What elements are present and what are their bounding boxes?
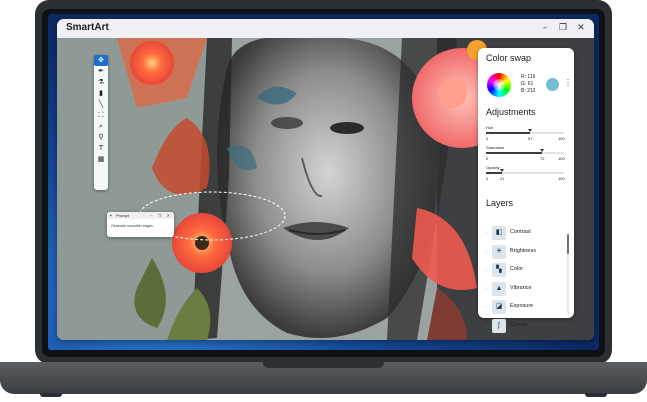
visibility-icon[interactable]: ◌ xyxy=(485,304,487,309)
scrollbar-thumb[interactable] xyxy=(567,234,569,254)
pen-tool-icon[interactable]: ✒ xyxy=(94,66,108,77)
hue-slider[interactable] xyxy=(486,129,564,134)
layer-curves[interactable]: ◌ ∫ Curves xyxy=(483,317,565,336)
g-value: G: 61 xyxy=(521,81,534,87)
exposure-icon: ◪ xyxy=(492,300,506,314)
layer-contrast[interactable]: ◌ ◧ Contrast xyxy=(483,224,565,243)
title-bar: SmartArt – ❐ ✕ xyxy=(57,19,594,38)
saturation-slider-thumb[interactable] xyxy=(540,149,544,152)
saturation-max: 100 xyxy=(558,156,565,161)
opacity-max: 100 xyxy=(558,176,565,181)
close-button[interactable]: ✕ xyxy=(574,21,588,35)
window-controls: – ❐ ✕ xyxy=(538,21,588,35)
hue-label: Hue xyxy=(486,125,494,130)
laptop-hinge-notch xyxy=(263,362,384,368)
r-value: R: 116 xyxy=(521,74,536,80)
saturation-value: 72 xyxy=(540,156,545,161)
color-palette-icon: ▚ xyxy=(492,263,506,277)
crop-tool-icon[interactable]: ⛶ xyxy=(94,110,108,121)
opacity-label: Opacity xyxy=(486,165,500,170)
prompt-window-controls[interactable]: – ❐ ✕ xyxy=(151,212,172,219)
visibility-icon[interactable]: ◌ xyxy=(485,286,487,291)
brightness-icon: ☀ xyxy=(492,244,506,259)
layer-exposure[interactable]: ◌ ◪ Exposure xyxy=(483,298,565,317)
minimize-button[interactable]: – xyxy=(538,21,552,35)
more-options-icon[interactable]: ⋮ xyxy=(564,78,572,87)
opacity-min: 0 xyxy=(486,176,489,181)
laptop-foot-right xyxy=(585,393,607,397)
layers-title: Layers xyxy=(486,198,514,208)
opacity-value: 21 xyxy=(500,176,505,181)
visibility-icon[interactable]: ◌ xyxy=(485,267,487,272)
contrast-icon: ◧ xyxy=(492,226,506,240)
color-wheel[interactable] xyxy=(487,73,511,97)
prompt-dialog: ✦ Prompt – ❐ ✕ Generate smoother edges. xyxy=(107,212,174,237)
visibility-icon[interactable]: ◌ xyxy=(485,230,487,235)
b-value: B: 212 xyxy=(521,88,536,94)
app-title: SmartArt xyxy=(66,22,109,33)
desktop-screen: SmartArt – ❐ ✕ ✥ ✒ ⚗ ▮ ╲ ⛶ ⌕ ⚲ T ▦ ✦ Pro… xyxy=(48,14,599,350)
tools-toolbar: ✥ ✒ ⚗ ▮ ╲ ⛶ ⌕ ⚲ T ▦ xyxy=(94,55,108,190)
prompt-title-bar: ✦ Prompt – ❐ ✕ xyxy=(107,212,174,219)
line-tool-icon[interactable]: ╲ xyxy=(94,99,108,110)
sparkle-icon: ✦ xyxy=(109,213,113,218)
layer-vibrance[interactable]: ◌ ▲ Vibrance xyxy=(483,280,565,299)
opacity-slider-thumb[interactable] xyxy=(500,169,504,172)
layer-label: Vibrance xyxy=(510,284,532,291)
text-tool-icon[interactable]: T xyxy=(94,143,108,154)
vibrance-icon: ▲ xyxy=(492,281,506,296)
grid-tool-icon[interactable]: ▦ xyxy=(94,154,108,165)
layer-color[interactable]: ◌ ▚ Color xyxy=(483,261,565,280)
layer-label: Curves xyxy=(510,321,528,328)
hue-min: 0 xyxy=(486,136,489,141)
image-canvas[interactable]: ✥ ✒ ⚗ ▮ ╲ ⛶ ⌕ ⚲ T ▦ ✦ Prompt – ❐ ✕ Gener… xyxy=(57,38,594,340)
marker-tool-icon[interactable]: ▮ xyxy=(94,88,108,99)
prompt-input[interactable]: Generate smoother edges. xyxy=(111,224,154,228)
curves-icon: ∫ xyxy=(492,318,506,333)
hue-value: 57 xyxy=(528,136,533,141)
smartart-window: SmartArt – ❐ ✕ ✥ ✒ ⚗ ▮ ╲ ⛶ ⌕ ⚲ T ▦ ✦ Pro… xyxy=(57,19,594,340)
hue-max: 100 xyxy=(558,136,565,141)
laptop-foot-left xyxy=(40,393,62,397)
opacity-slider[interactable] xyxy=(486,169,564,174)
dropper-tool-icon[interactable]: ⚲ xyxy=(94,132,108,143)
visibility-icon[interactable]: ◌ xyxy=(485,249,487,254)
color-swatch[interactable] xyxy=(546,78,559,91)
layer-label: Exposure xyxy=(510,303,534,309)
adjustments-title: Adjustments xyxy=(486,107,536,117)
visibility-icon[interactable]: ◌ xyxy=(485,323,487,328)
prompt-title: Prompt xyxy=(116,213,129,218)
layer-label: Contrast xyxy=(510,229,531,235)
layer-brightness[interactable]: ◌ ☀ Brightness xyxy=(483,243,565,262)
brush-wand-tool-icon[interactable]: ⚗ xyxy=(94,77,108,88)
layer-label: Brightness xyxy=(510,247,536,254)
maximize-button[interactable]: ❐ xyxy=(556,21,570,35)
saturation-min: 0 xyxy=(486,156,489,161)
layer-label: Color xyxy=(510,266,524,272)
zoom-tool-icon[interactable]: ⌕ xyxy=(94,121,108,132)
magic-move-tool-icon[interactable]: ✥ xyxy=(94,55,108,66)
layers-scrollbar[interactable] xyxy=(567,234,569,314)
saturation-label: Saturation xyxy=(486,145,505,150)
layers-list: ◌ ◧ Contrast ◌ ☀ Brightness ◌ ▚ Color ◌ … xyxy=(483,224,565,335)
saturation-slider[interactable] xyxy=(486,149,564,154)
properties-panel: Color swap R: 116 G: 61 B: 212 ⋮ Adjustm… xyxy=(478,48,574,333)
color-swap-title: Color swap xyxy=(486,53,532,63)
hue-slider-thumb[interactable] xyxy=(528,129,532,132)
